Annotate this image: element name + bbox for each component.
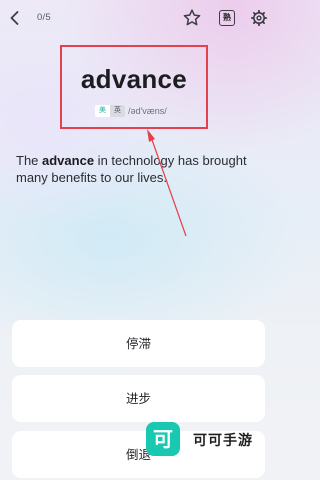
vocabulary-word: advance — [80, 64, 188, 94]
progress-counter: 0/5 — [37, 12, 51, 23]
word-card-highlight: advance 美英 /əd'væns/ — [60, 45, 208, 129]
top-bar: 0/5 熟 — [0, 0, 276, 38]
annotation-arrow-head — [147, 129, 155, 142]
uk-pronunciation-tag[interactable]: 英 — [110, 105, 125, 117]
gear-icon[interactable] — [250, 9, 268, 27]
favorite-star-icon[interactable] — [182, 8, 202, 28]
back-chevron-left-icon[interactable] — [6, 9, 24, 27]
answer-option-2[interactable]: 进步 — [12, 375, 265, 422]
sentence-before: The — [16, 153, 43, 168]
watermark-logo: 可 — [146, 422, 180, 456]
sentence-highlight-word: advance — [42, 153, 95, 168]
answer-option-1[interactable]: 停滞 — [12, 320, 265, 367]
us-pronunciation-tag[interactable]: 美 — [95, 105, 110, 117]
mark-familiar-button[interactable]: 熟 — [219, 10, 235, 26]
watermark-text: 可可手游 — [193, 433, 253, 449]
example-sentence: The advance in technology has brought ma… — [16, 152, 266, 186]
phonetic-transcription[interactable]: /əd'væns/ — [128, 106, 167, 116]
pronunciation-row: 美英 /əd'væns/ — [95, 104, 167, 118]
